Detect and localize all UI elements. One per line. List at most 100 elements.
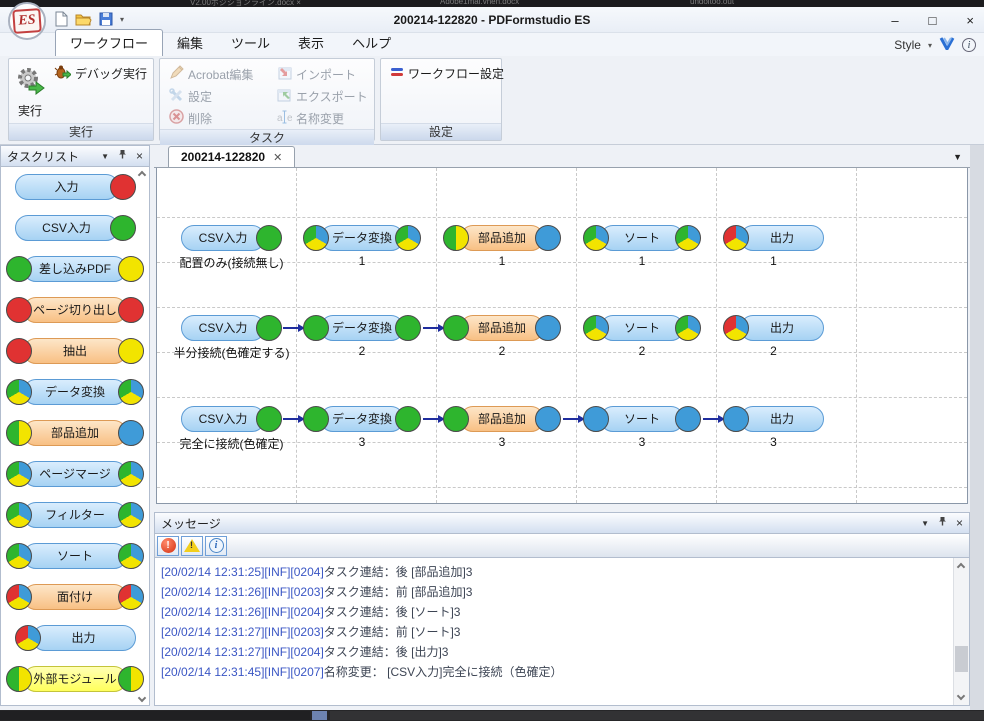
document-tab[interactable]: 200214-122820 ✕ — [168, 146, 295, 167]
node-input-port-circle[interactable] — [583, 225, 609, 251]
node-output-port-circle[interactable] — [535, 406, 561, 432]
quick-access-dropdown-icon[interactable]: ▾ — [120, 15, 124, 24]
maximize-button[interactable]: □ — [929, 13, 937, 28]
node-input-port-circle[interactable] — [303, 225, 329, 251]
node-output-port-circle[interactable] — [535, 315, 561, 341]
tasklist-item[interactable]: 抽出 — [7, 337, 143, 365]
node-output-port-circle[interactable] — [395, 406, 421, 432]
node-input-port-circle[interactable] — [303, 406, 329, 432]
tasklist-item[interactable]: ページマージ — [7, 460, 143, 488]
minimize-button[interactable]: – — [891, 13, 898, 28]
application-menu-button[interactable]: ES — [8, 2, 46, 40]
node-pill-label[interactable]: CSV入力 — [181, 225, 265, 251]
node-output-port-circle[interactable] — [256, 406, 282, 432]
workflow-task-node[interactable]: ソート 3 — [583, 405, 701, 433]
rename-button[interactable]: ae 名称変更 — [274, 108, 370, 129]
node-output-port-circle[interactable] — [256, 315, 282, 341]
acrobat-edit-button[interactable]: Acrobat編集 — [166, 64, 274, 85]
workflow-task-node[interactable]: データ変換 3 — [303, 405, 421, 433]
node-input-port-circle[interactable] — [443, 315, 469, 341]
tasklist-item[interactable]: 部品追加 — [7, 419, 143, 447]
tasklist-item[interactable]: 面付け — [7, 583, 143, 611]
node-pill-label[interactable]: 出力 — [740, 406, 824, 432]
tasklist-item[interactable]: フィルター — [7, 501, 143, 529]
message-list[interactable]: [20/02/14 12:31:25][INF][0204]タスク連結：後 [部… — [154, 558, 970, 706]
connector-arrow[interactable] — [563, 418, 583, 420]
help-info-icon[interactable]: i — [962, 38, 976, 52]
node-input-port-circle[interactable] — [583, 406, 609, 432]
node-input-port-circle[interactable] — [583, 315, 609, 341]
node-input-port-circle[interactable] — [303, 315, 329, 341]
node-output-port-circle[interactable] — [675, 406, 701, 432]
tasklist-item[interactable]: 出力 — [7, 624, 143, 652]
import-button[interactable]: インポート — [274, 64, 370, 85]
tasklist-item[interactable]: ソート — [7, 542, 143, 570]
style-selector[interactable]: Style — [894, 38, 921, 52]
node-input-port-circle[interactable] — [723, 315, 749, 341]
open-folder-icon[interactable] — [75, 12, 92, 26]
scroll-down-icon[interactable] — [957, 692, 965, 700]
message-scrollbar[interactable] — [953, 558, 969, 705]
node-pill-label[interactable]: データ変換 — [320, 406, 404, 432]
node-output-port-circle[interactable] — [256, 225, 282, 251]
filter-info-button[interactable]: i — [205, 536, 227, 556]
node-input-port-circle[interactable] — [443, 406, 469, 432]
panel-close-icon[interactable]: × — [136, 149, 143, 163]
node-pill-label[interactable]: データ変換 — [320, 225, 404, 251]
workflow-task-node[interactable]: 出力 1 — [723, 224, 824, 252]
node-output-port-circle[interactable] — [675, 225, 701, 251]
connector-arrow[interactable] — [423, 418, 443, 420]
node-input-port-circle[interactable] — [723, 225, 749, 251]
node-pill-label[interactable]: ソート — [600, 406, 684, 432]
tasklist-item[interactable]: 差し込みPDF — [7, 255, 143, 283]
delete-button[interactable]: 削除 — [166, 108, 274, 129]
filter-warning-button[interactable] — [181, 536, 203, 556]
node-pill-label[interactable]: CSV入力 — [181, 315, 265, 341]
workflow-settings-button[interactable]: ワークフロー設定 — [387, 63, 507, 84]
new-document-icon[interactable] — [54, 11, 68, 27]
connector-arrow[interactable] — [423, 327, 443, 329]
filter-error-button[interactable]: ! — [157, 536, 179, 556]
node-pill-label[interactable]: CSV入力 — [181, 406, 265, 432]
tasklist-item[interactable]: 外部モジュール — [7, 665, 143, 693]
workflow-task-node[interactable]: CSV入力 完全に接続(色確定) — [181, 405, 282, 433]
tab-close-icon[interactable]: ✕ — [273, 151, 282, 164]
debug-run-button[interactable]: デバッグ実行 — [51, 63, 150, 84]
workflow-task-node[interactable]: 部品追加 1 — [443, 224, 561, 252]
node-output-port-circle[interactable] — [395, 225, 421, 251]
ribbon-tab[interactable]: 表示 — [284, 30, 338, 56]
run-button[interactable]: 実行 — [15, 63, 45, 123]
node-output-port-circle[interactable] — [395, 315, 421, 341]
workflow-task-node[interactable]: CSV入力 半分接続(色確定する) — [181, 314, 282, 342]
tasklist-item[interactable]: CSV入力 — [7, 214, 143, 242]
ribbon-tab[interactable]: ヘルプ — [338, 30, 405, 56]
close-button[interactable]: × — [966, 13, 974, 28]
workflow-task-node[interactable]: 出力 3 — [723, 405, 824, 433]
pin-icon[interactable] — [937, 516, 948, 530]
panel-close-icon[interactable]: × — [956, 516, 963, 530]
scroll-down-icon[interactable] — [138, 694, 146, 702]
workflow-task-node[interactable]: データ変換 2 — [303, 314, 421, 342]
connector-arrow[interactable] — [703, 418, 723, 420]
node-pill-label[interactable]: 出力 — [740, 225, 824, 251]
node-pill-label[interactable]: データ変換 — [320, 315, 404, 341]
tasklist-item[interactable]: ページ切り出し — [7, 296, 143, 324]
connector-arrow[interactable] — [283, 418, 303, 420]
node-pill-label[interactable]: 部品追加 — [460, 315, 544, 341]
node-pill-label[interactable]: 部品追加 — [460, 406, 544, 432]
workflow-task-node[interactable]: 部品追加 3 — [443, 405, 561, 433]
node-pill-label[interactable]: 部品追加 — [460, 225, 544, 251]
node-pill-label[interactable]: 出力 — [740, 315, 824, 341]
node-pill-label[interactable]: ソート — [600, 315, 684, 341]
task-settings-button[interactable]: 設定 — [166, 86, 274, 107]
node-output-port-circle[interactable] — [675, 315, 701, 341]
pin-icon[interactable] — [117, 149, 128, 163]
connector-arrow[interactable] — [283, 327, 303, 329]
tasklist-item[interactable]: データ変換 — [7, 378, 143, 406]
panel-splitter-horizontal[interactable] — [154, 504, 970, 512]
panel-menu-icon[interactable]: ▼ — [101, 152, 109, 161]
save-icon[interactable] — [99, 12, 113, 26]
export-button[interactable]: エクスポート — [274, 86, 370, 107]
workflow-task-node[interactable]: データ変換 1 — [303, 224, 421, 252]
node-input-port-circle[interactable] — [723, 406, 749, 432]
